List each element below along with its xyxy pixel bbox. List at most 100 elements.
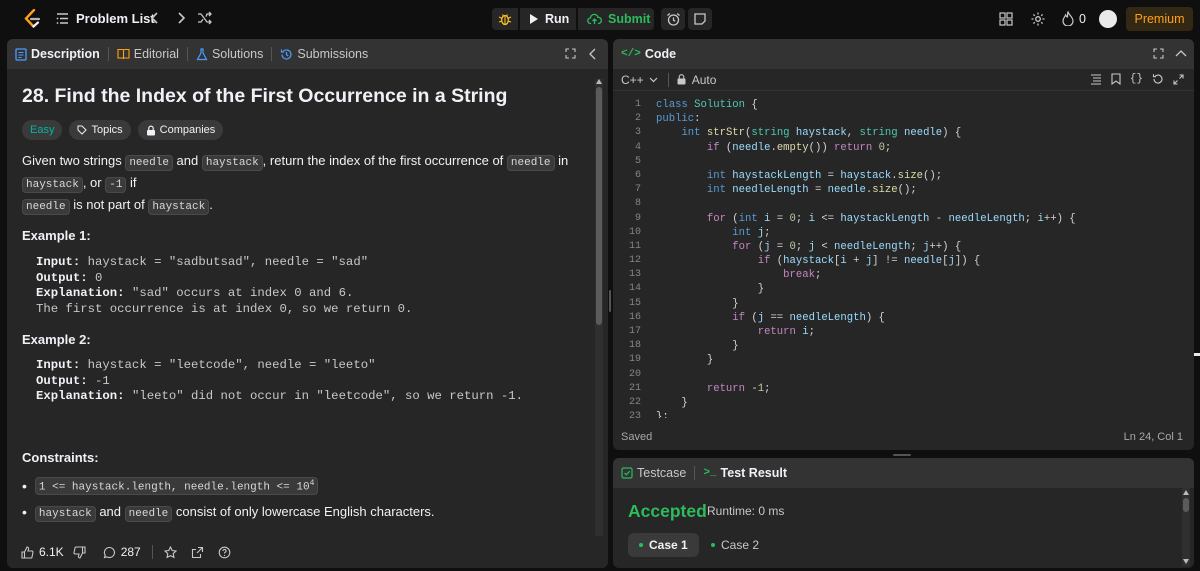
language-label: C++ [621,72,644,87]
prev-problem-icon[interactable] [150,11,160,25]
description-panel: Description Editorial Solutions Submissi… [7,39,608,568]
problem-list-label: Problem List [76,11,155,26]
code-line: class Solution { [656,99,758,111]
explanation-value: The first occurrence is at index 0, so w… [36,301,413,316]
note-icon[interactable] [688,8,712,30]
comments-count: 287 [120,545,141,559]
line-number: 17 [628,326,641,337]
tag-icon [77,125,88,135]
auto-mode[interactable]: Auto [677,73,716,87]
line-number: 23 [628,411,641,418]
debug-button[interactable] [492,8,518,30]
code-line: int j; [732,226,771,239]
expand-icon[interactable] [1173,73,1184,85]
line-number: 10 [628,226,641,238]
editor-status-bar: Saved Ln 24, Col 1 [613,427,1194,447]
tab-submissions[interactable]: Submissions [280,47,368,61]
book-icon [117,48,130,60]
constraint-item: • 1 <= haystack.length, needle.length <=… [22,476,592,496]
code-line: for (j = 0; j < needleLength; j++) { [732,240,962,253]
submit-button[interactable]: Submit [578,8,654,30]
description-scrollbar[interactable] [595,79,603,564]
maximize-icon[interactable] [1153,48,1164,59]
help-icon[interactable] [218,546,231,559]
shuffle-icon[interactable] [197,11,212,25]
topics-button[interactable]: Topics [69,120,131,140]
streak-button[interactable]: 0 [1062,11,1086,26]
case-1-tab[interactable]: Case 1 [628,533,699,557]
window-edge-handle[interactable] [1194,353,1200,356]
line-number: 19 [628,354,641,366]
desc-text: and [172,153,202,168]
tab-divider [107,47,109,61]
run-label: Run [545,12,570,26]
desc-text: if [126,175,137,190]
line-number: 11 [628,240,641,252]
tab-test-result[interactable]: >_ Test Result [703,466,787,480]
line-number: 22 [628,396,641,408]
tab-test-result-label: Test Result [720,466,787,480]
input-value: haystack = "sadbutsad", needle = "sad" [80,255,369,269]
code-editor[interactable]: class Solution { public: int strStr(stri… [656,98,1186,418]
difficulty-badge: Easy [22,120,63,140]
horizontal-splitter[interactable] [893,454,911,456]
thumbs-down-icon[interactable] [73,545,86,559]
pass-dot-icon [711,543,715,547]
result-scrollbar[interactable] [1182,488,1190,566]
tab-testcase[interactable]: Testcase [621,466,686,480]
run-button[interactable]: Run [520,8,576,30]
next-problem-icon[interactable] [176,11,186,25]
leetcode-logo-icon[interactable] [22,9,42,29]
tab-solutions[interactable]: Solutions [196,47,263,61]
explanation-value: "sad" occurs at index 0 and 6. [124,286,354,300]
checkbox-icon [621,467,633,479]
settings-icon[interactable] [1030,11,1046,27]
line-number: 6 [634,169,641,181]
case-2-tab[interactable]: Case 2 [701,533,769,557]
bookmark-icon[interactable] [1111,73,1121,85]
flame-icon [1062,11,1074,26]
alarm-clock-icon[interactable] [661,8,685,30]
tab-description[interactable]: Description [15,47,100,61]
accepted-status: Accepted [628,501,707,521]
output-value: -1 [87,373,110,388]
collapse-left-icon[interactable] [589,48,597,60]
inline-code: haystack [148,199,210,215]
language-select[interactable]: C++ [621,73,658,87]
submit-label: Submit [608,12,651,26]
scrollbar-thumb[interactable] [1183,498,1189,512]
panel-splitter[interactable] [609,290,611,312]
companies-button[interactable]: Companies [137,120,224,140]
star-icon[interactable] [163,545,177,559]
avatar[interactable] [1099,10,1117,28]
code-line: return i; [757,326,815,338]
inline-code: needle [22,199,70,215]
maximize-icon[interactable] [565,48,576,59]
layout-icon[interactable] [999,12,1013,26]
tab-editorial-label: Editorial [133,47,179,61]
code-tab-bar: </> Code [613,39,1194,69]
like-button[interactable]: 6.1K [21,545,64,559]
comments-button[interactable]: 287 [103,545,141,559]
code-icon: </> [621,48,641,60]
scrollbar-thumb[interactable] [596,87,602,325]
premium-button[interactable]: Premium [1126,7,1193,31]
code-line: int haystackLength = haystack.size(); [706,169,943,182]
scrollbar-up-arrow[interactable] [596,79,602,84]
braces-icon[interactable]: {} [1130,73,1143,85]
tab-code[interactable]: </> Code [621,47,676,61]
tab-editorial[interactable]: Editorial [117,47,179,61]
constraint-code: 1 <= haystack.length, needle.length <= 1… [34,476,319,496]
code-line: } [656,396,688,409]
problem-list-button[interactable]: Problem List [56,11,155,26]
share-icon[interactable] [191,546,204,559]
desc-text: Given two strings [22,153,126,168]
scrollbar-down-arrow[interactable] [1183,559,1189,564]
code-line: } [656,340,739,353]
format-icon[interactable] [1090,73,1102,85]
collapse-up-icon[interactable] [1175,49,1187,57]
reset-icon[interactable] [1152,73,1164,85]
scrollbar-up-arrow[interactable] [1183,490,1189,495]
code-line: } [656,283,765,296]
